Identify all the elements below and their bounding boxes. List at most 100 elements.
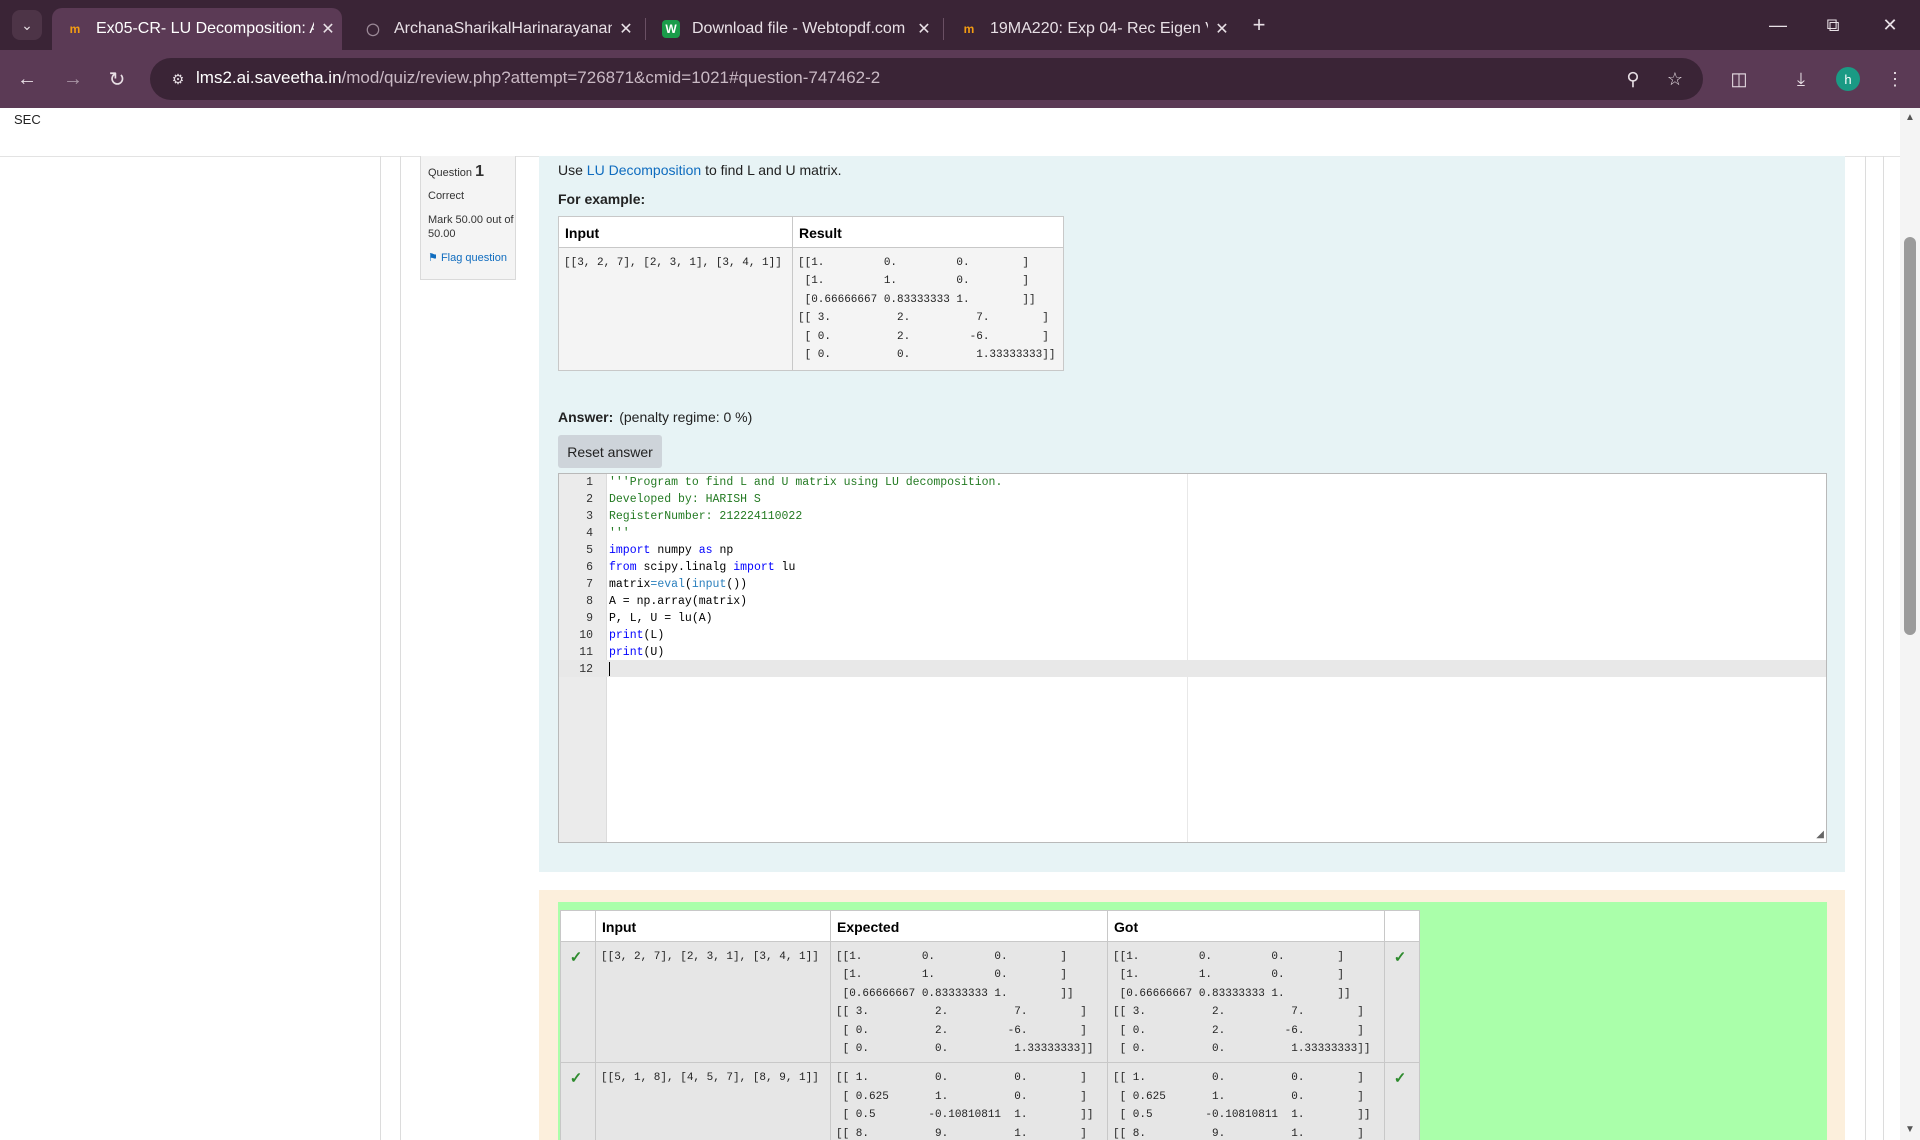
- arrow-left-icon: ←: [17, 67, 37, 90]
- column-header: [1384, 910, 1420, 942]
- url-path: /mod/quiz/review.php?attempt=726871&cmid…: [341, 68, 881, 87]
- close-tab-icon[interactable]: ✕: [1208, 19, 1236, 39]
- test-got: [[ 1. 0. 0. ] [ 0.625 1. 0. ] [ 0.5 -0.1…: [1113, 1072, 1371, 1140]
- tab-github[interactable]: ◯ ArchanaSharikalHarinarayanan/ ✕: [350, 8, 640, 50]
- flag-icon: ⚑: [428, 251, 438, 264]
- for-example-label: For example:: [558, 191, 646, 207]
- example-table: Input Result [[3, 2, 7], [2, 3, 1], [3, …: [558, 216, 1064, 372]
- code-text: matrix=eval(input()): [609, 578, 748, 591]
- extensions-icon[interactable]: ◫: [1724, 64, 1754, 94]
- text-cursor: [609, 662, 610, 676]
- code-line: 11 print(U): [559, 644, 1826, 661]
- line-number: 4: [586, 527, 593, 540]
- code-text: RegisterNumber: 212224110022: [609, 510, 803, 523]
- line-number: 6: [586, 561, 593, 574]
- scrollbar-thumb[interactable]: [1904, 237, 1916, 635]
- restore-button[interactable]: ⧉: [1813, 8, 1853, 42]
- code-text: print(U): [609, 646, 665, 659]
- line-number: 10: [579, 629, 593, 642]
- new-tab-button[interactable]: +: [1244, 10, 1274, 40]
- scroll-down-icon[interactable]: ▼: [1903, 1124, 1917, 1136]
- code-text: print(L): [609, 629, 665, 642]
- profile-avatar[interactable]: h: [1836, 67, 1860, 91]
- question-state: Correct: [428, 189, 465, 202]
- qtext-suffix: to find L and U matrix.: [701, 162, 842, 178]
- code-text: A = np.array(matrix): [609, 595, 748, 608]
- code-line: 3 RegisterNumber: 212224110022: [559, 508, 1826, 525]
- line-number: 11: [579, 646, 593, 659]
- download-icon[interactable]: ⤓: [1786, 64, 1816, 94]
- check-icon: ✓: [1393, 1070, 1407, 1088]
- code-line: 6 from scipy.linalg import lu: [559, 559, 1826, 576]
- minimize-button[interactable]: —: [1758, 8, 1798, 42]
- forward-button[interactable]: →: [58, 64, 88, 94]
- column-divider: [400, 156, 401, 1140]
- line-number: 1: [586, 476, 593, 489]
- question-text: Use LU Decomposition to find L and U mat…: [558, 162, 842, 178]
- moodle-icon: m: [963, 22, 975, 36]
- zoom-icon[interactable]: ⚲: [1618, 64, 1648, 94]
- question-info: Question 1 Correct Mark 50.00 out of 50.…: [420, 156, 516, 280]
- minimize-icon: —: [1769, 14, 1787, 35]
- test-got: [[1. 0. 0. ] [1. 1. 0. ] [0.66666667 0.8…: [1113, 951, 1371, 1056]
- tab-webtopdf[interactable]: W Download file - Webtopdf.com ✕: [648, 8, 938, 50]
- close-tab-icon[interactable]: ✕: [612, 19, 640, 39]
- tab-title: Ex05-CR- LU Decomposition: At: [96, 20, 314, 37]
- tab-title: Download file - Webtopdf.com: [692, 20, 906, 37]
- column-divider: [380, 156, 381, 1140]
- back-button[interactable]: ←: [12, 64, 42, 94]
- line-number: 3: [586, 510, 593, 523]
- bookmark-star-icon[interactable]: ☆: [1660, 64, 1690, 94]
- line-number: 12: [579, 663, 593, 676]
- github-icon: ◯: [366, 22, 380, 36]
- code-text: from scipy.linalg import lu: [609, 561, 796, 574]
- tab-search-button[interactable]: ⌄: [12, 10, 42, 40]
- tab-title: ArchanaSharikalHarinarayanan/: [394, 20, 612, 37]
- flag-question-link[interactable]: ⚑ Flag question: [428, 251, 515, 265]
- check-icon: ✓: [569, 949, 583, 966]
- code-text: P, L, U = lu(A): [609, 612, 713, 625]
- line-number: 8: [586, 595, 593, 608]
- tab-active[interactable]: m Ex05-CR- LU Decomposition: At ✕: [52, 8, 342, 50]
- reload-button[interactable]: ↻: [102, 64, 132, 94]
- close-icon: ✕: [1882, 14, 1898, 35]
- example-result: [[1. 0. 0. ] [1. 1. 0. ] [0.66666667 0.8…: [798, 257, 1056, 362]
- resize-handle-icon[interactable]: ◢: [1816, 829, 1824, 840]
- plus-icon: +: [1252, 12, 1266, 37]
- code-line: 5 import numpy as np: [559, 542, 1826, 559]
- site-info-icon[interactable]: ⚙: [168, 69, 188, 89]
- code-line: 9 P, L, U = lu(A): [559, 610, 1826, 627]
- code-line: 4 ''': [559, 525, 1826, 542]
- tab-exp04[interactable]: m 19MA220: Exp 04- Rec Eigen Va ✕: [946, 8, 1236, 50]
- url-text[interactable]: lms2.ai.saveetha.in/mod/quiz/review.php?…: [196, 68, 880, 88]
- code-line: 8 A = np.array(matrix): [559, 593, 1826, 610]
- close-tab-icon[interactable]: ✕: [910, 19, 938, 39]
- table-row: ✓ [[3, 2, 7], [2, 3, 1], [3, 4, 1]] [[1.…: [560, 940, 1420, 1064]
- close-window-button[interactable]: ✕: [1870, 8, 1910, 42]
- answer-title: Answer:: [558, 409, 614, 425]
- moodle-icon: m: [69, 22, 81, 36]
- scroll-up-icon[interactable]: ▲: [1903, 112, 1917, 124]
- lu-decomposition-link[interactable]: LU Decomposition: [587, 162, 701, 178]
- code-line: 12: [559, 661, 1826, 678]
- menu-dots-icon[interactable]: ⋮: [1880, 64, 1910, 94]
- webtopdf-icon: W: [662, 20, 680, 38]
- code-line: 2 Developed by: HARISH S: [559, 491, 1826, 508]
- arrow-right-icon: →: [63, 67, 83, 90]
- line-number: 2: [586, 493, 593, 506]
- question-number: 1: [475, 163, 484, 180]
- penalty-regime: (penalty regime: 0 %): [619, 409, 753, 425]
- check-icon: ✓: [569, 1070, 583, 1088]
- column-header: Input: [558, 216, 793, 248]
- column-header: Result: [792, 216, 1064, 248]
- chevron-down-icon: ⌄: [21, 16, 33, 33]
- code-editor[interactable]: 1 '''Program to find L and U matrix using…: [558, 473, 1827, 843]
- test-expected: [[ 1. 0. 0. ] [ 0.625 1. 0. ] [ 0.5 -0.1…: [836, 1072, 1094, 1140]
- page-header: SEC: [0, 108, 1900, 157]
- example-input: [[3, 2, 7], [2, 3, 1], [3, 4, 1]]: [564, 257, 782, 269]
- check-icon: ✓: [1393, 949, 1407, 966]
- answer-label: Answer: (penalty regime: 0 %): [558, 409, 752, 425]
- reset-answer-button[interactable]: Reset answer: [558, 435, 662, 468]
- tab-divider: [943, 18, 944, 40]
- close-tab-icon[interactable]: ✕: [314, 19, 342, 39]
